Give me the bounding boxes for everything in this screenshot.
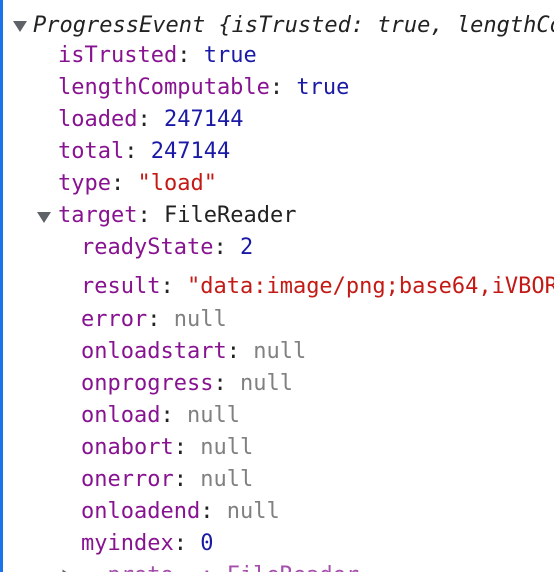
property-row[interactable]: isTrusted: true bbox=[3, 41, 554, 71]
property-value: null bbox=[173, 307, 227, 332]
colon: : bbox=[160, 274, 187, 299]
property-value: 2 bbox=[239, 235, 254, 260]
colon: : bbox=[124, 139, 151, 164]
property-value: null bbox=[200, 435, 254, 460]
property-key: myindex bbox=[81, 531, 174, 556]
colon: : bbox=[269, 75, 297, 100]
colon: : bbox=[226, 339, 254, 364]
target-property-row[interactable]: onload: null bbox=[3, 401, 554, 431]
proto-row[interactable]: __proto__: FileReader bbox=[3, 561, 554, 572]
property-value: true bbox=[203, 43, 257, 68]
proto-label: __proto__: FileReader bbox=[81, 561, 359, 572]
property-key: onloadend bbox=[81, 499, 201, 524]
colon: : bbox=[147, 307, 174, 332]
target-property-row[interactable]: onloadstart: null bbox=[3, 337, 554, 367]
property-key: onerror bbox=[81, 467, 174, 492]
property-value: null bbox=[253, 339, 307, 364]
expand-triangle-icon[interactable] bbox=[13, 21, 27, 32]
property-key: error bbox=[81, 307, 148, 332]
target-class-name: FileReader bbox=[163, 203, 297, 228]
colon: : bbox=[177, 43, 204, 68]
property-row[interactable]: total: 247144 bbox=[3, 137, 554, 167]
property-value: null bbox=[226, 499, 280, 524]
property-value: 247144 bbox=[150, 139, 231, 164]
colon: : bbox=[173, 435, 201, 460]
colon: : bbox=[110, 171, 138, 196]
property-value: null bbox=[186, 403, 240, 428]
target-property-row[interactable]: readyState: 2 bbox=[3, 233, 554, 263]
target-key: target bbox=[58, 203, 138, 228]
property-value: "load" bbox=[137, 171, 217, 196]
console-object-tree: ProgressEvent {isTrusted: true, lengthCo… bbox=[0, 0, 554, 572]
property-value: 247144 bbox=[163, 107, 244, 132]
property-row[interactable]: lengthComputable: true bbox=[3, 73, 554, 103]
property-key: onprogress bbox=[81, 371, 214, 396]
target-property-row[interactable]: error: null bbox=[3, 305, 554, 335]
property-key: onabort bbox=[81, 435, 174, 460]
property-row[interactable]: type: "load" bbox=[3, 169, 554, 199]
expand-triangle-icon[interactable] bbox=[37, 212, 51, 223]
event-class-name: ProgressEvent bbox=[33, 13, 206, 38]
property-key: onloadstart bbox=[81, 339, 227, 364]
property-key: readyState bbox=[81, 235, 214, 260]
target-property-row[interactable]: onloadend: null bbox=[3, 497, 554, 527]
colon: : bbox=[213, 235, 240, 260]
property-value: 0 bbox=[200, 531, 214, 556]
property-key: result bbox=[81, 274, 161, 299]
target-row[interactable]: target: FileReader bbox=[3, 201, 554, 231]
target-property-row[interactable]: onprogress: null bbox=[3, 369, 554, 399]
event-header-row[interactable]: ProgressEvent {isTrusted: true, lengthCo bbox=[3, 11, 554, 41]
property-key: loaded bbox=[58, 107, 138, 132]
colon: : bbox=[137, 107, 164, 132]
property-row[interactable]: loaded: 247144 bbox=[3, 105, 554, 135]
target-property-row[interactable]: result: "data:image/png;base64,iVBOR bbox=[3, 272, 554, 302]
target-property-row[interactable]: onerror: null bbox=[3, 465, 554, 495]
property-key: onload bbox=[81, 403, 161, 428]
property-value: true bbox=[296, 75, 350, 100]
property-value: null bbox=[239, 371, 293, 396]
colon: : bbox=[200, 499, 227, 524]
property-key: total bbox=[58, 139, 125, 164]
target-property-row[interactable]: onabort: null bbox=[3, 433, 554, 463]
colon: : bbox=[160, 403, 187, 428]
event-preview: {isTrusted: true, lengthCo bbox=[218, 13, 554, 38]
property-value: "data:image/png;base64,iVBOR bbox=[186, 274, 554, 299]
colon: : bbox=[173, 467, 201, 492]
target-property-row[interactable]: myindex: 0 bbox=[3, 529, 554, 559]
colon: : bbox=[173, 531, 201, 556]
colon: : bbox=[137, 203, 164, 228]
property-key: lengthComputable bbox=[58, 75, 270, 100]
property-value: null bbox=[200, 467, 254, 492]
colon: : bbox=[213, 371, 240, 396]
property-key: type bbox=[58, 171, 111, 196]
property-key: isTrusted bbox=[58, 43, 178, 68]
